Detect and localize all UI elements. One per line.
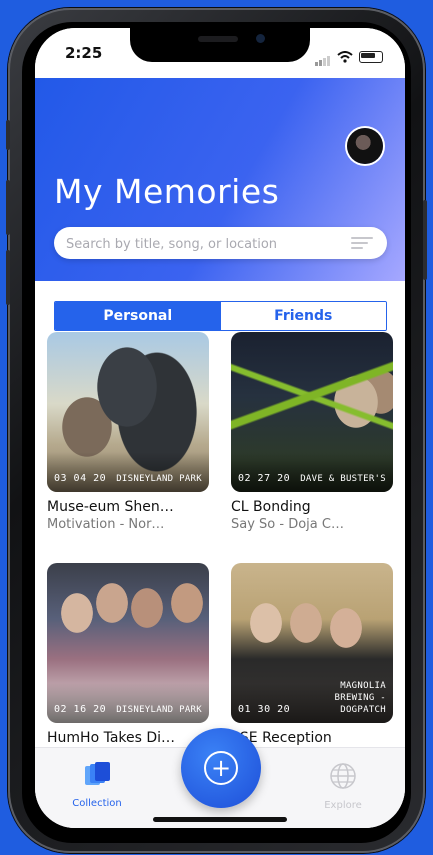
globe-icon (330, 763, 356, 789)
header-banner: My Memories (35, 76, 405, 281)
add-memory-button[interactable]: + (181, 728, 261, 808)
memory-thumbnail[interactable]: 03 04 20 DISNEYLAND PARK (47, 332, 209, 492)
memory-location: MAGNOLIA BREWING - DOGPATCH (334, 681, 386, 715)
thumbnail-overlay (231, 452, 393, 492)
tab-personal[interactable]: Personal (55, 302, 221, 330)
memory-thumbnail[interactable]: 02 16 20 DISNEYLAND PARK (47, 563, 209, 723)
tab-collection[interactable]: Collection (57, 762, 137, 809)
thumbnail-overlay (47, 452, 209, 492)
memory-location: DISNEYLAND PARK (116, 474, 202, 484)
memory-card[interactable]: 02 16 20 DISNEYLAND PARK HumHo Takes Di… (47, 563, 209, 746)
memory-thumbnail[interactable]: 02 27 20 DAVE & BUSTER'S (231, 332, 393, 492)
memory-card[interactable]: 03 04 20 DISNEYLAND PARK Muse-eum Shen… … (47, 332, 209, 532)
thumbnail-overlay (47, 683, 209, 723)
filter-icon[interactable] (351, 237, 373, 251)
phone-volume-down (6, 250, 10, 305)
memory-date: 03 04 20 (54, 473, 107, 484)
tab-explore[interactable]: Explore (303, 762, 383, 811)
collection-icon (85, 762, 110, 785)
memory-title: SSE Reception (231, 730, 332, 746)
memory-title: Muse-eum Shen… (47, 499, 174, 515)
memory-location: DAVE & BUSTER'S (300, 474, 386, 484)
memory-title: HumHo Takes Di… (47, 730, 176, 746)
search-input[interactable] (64, 227, 338, 261)
home-indicator (153, 817, 287, 822)
status-icons (315, 47, 383, 66)
phone-side-button (6, 120, 10, 150)
bottom-tab-bar: Collection + Explore (35, 728, 405, 828)
memory-location: DISNEYLAND PARK (116, 705, 202, 715)
cell-signal-icon (315, 47, 331, 66)
segment-control: Personal Friends (54, 301, 387, 331)
tab-friends[interactable]: Friends (220, 302, 386, 330)
memory-thumbnail[interactable]: 01 30 20 MAGNOLIA BREWING - DOGPATCH (231, 563, 393, 723)
phone-power-button (423, 200, 427, 280)
memory-song: Motivation - Nor… (47, 517, 165, 532)
phone-volume-up (6, 180, 10, 235)
app-screen: 2:25 My Memories Personal (35, 28, 405, 828)
front-camera (256, 34, 265, 43)
battery-icon (359, 50, 383, 63)
memory-card[interactable]: 02 27 20 DAVE & BUSTER'S CL Bonding Say … (231, 332, 393, 532)
memory-date: 01 30 20 (238, 704, 291, 715)
avatar[interactable] (347, 128, 383, 164)
status-bar: 2:25 (35, 28, 405, 78)
memory-date: 02 16 20 (54, 704, 107, 715)
page-title: My Memories (54, 172, 280, 211)
tab-collection-label: Collection (72, 798, 122, 809)
memory-date: 02 27 20 (238, 473, 291, 484)
wifi-icon (337, 50, 353, 63)
plus-circle-icon: + (204, 751, 238, 785)
search-bar[interactable] (54, 227, 387, 261)
memory-song: Say So - Doja C… (231, 517, 344, 532)
speaker (198, 36, 238, 42)
notch (130, 28, 310, 62)
memory-title: CL Bonding (231, 499, 311, 515)
status-time: 2:25 (65, 44, 103, 62)
tab-explore-label: Explore (324, 800, 362, 811)
memory-card[interactable]: 01 30 20 MAGNOLIA BREWING - DOGPATCH SSE… (231, 563, 393, 746)
